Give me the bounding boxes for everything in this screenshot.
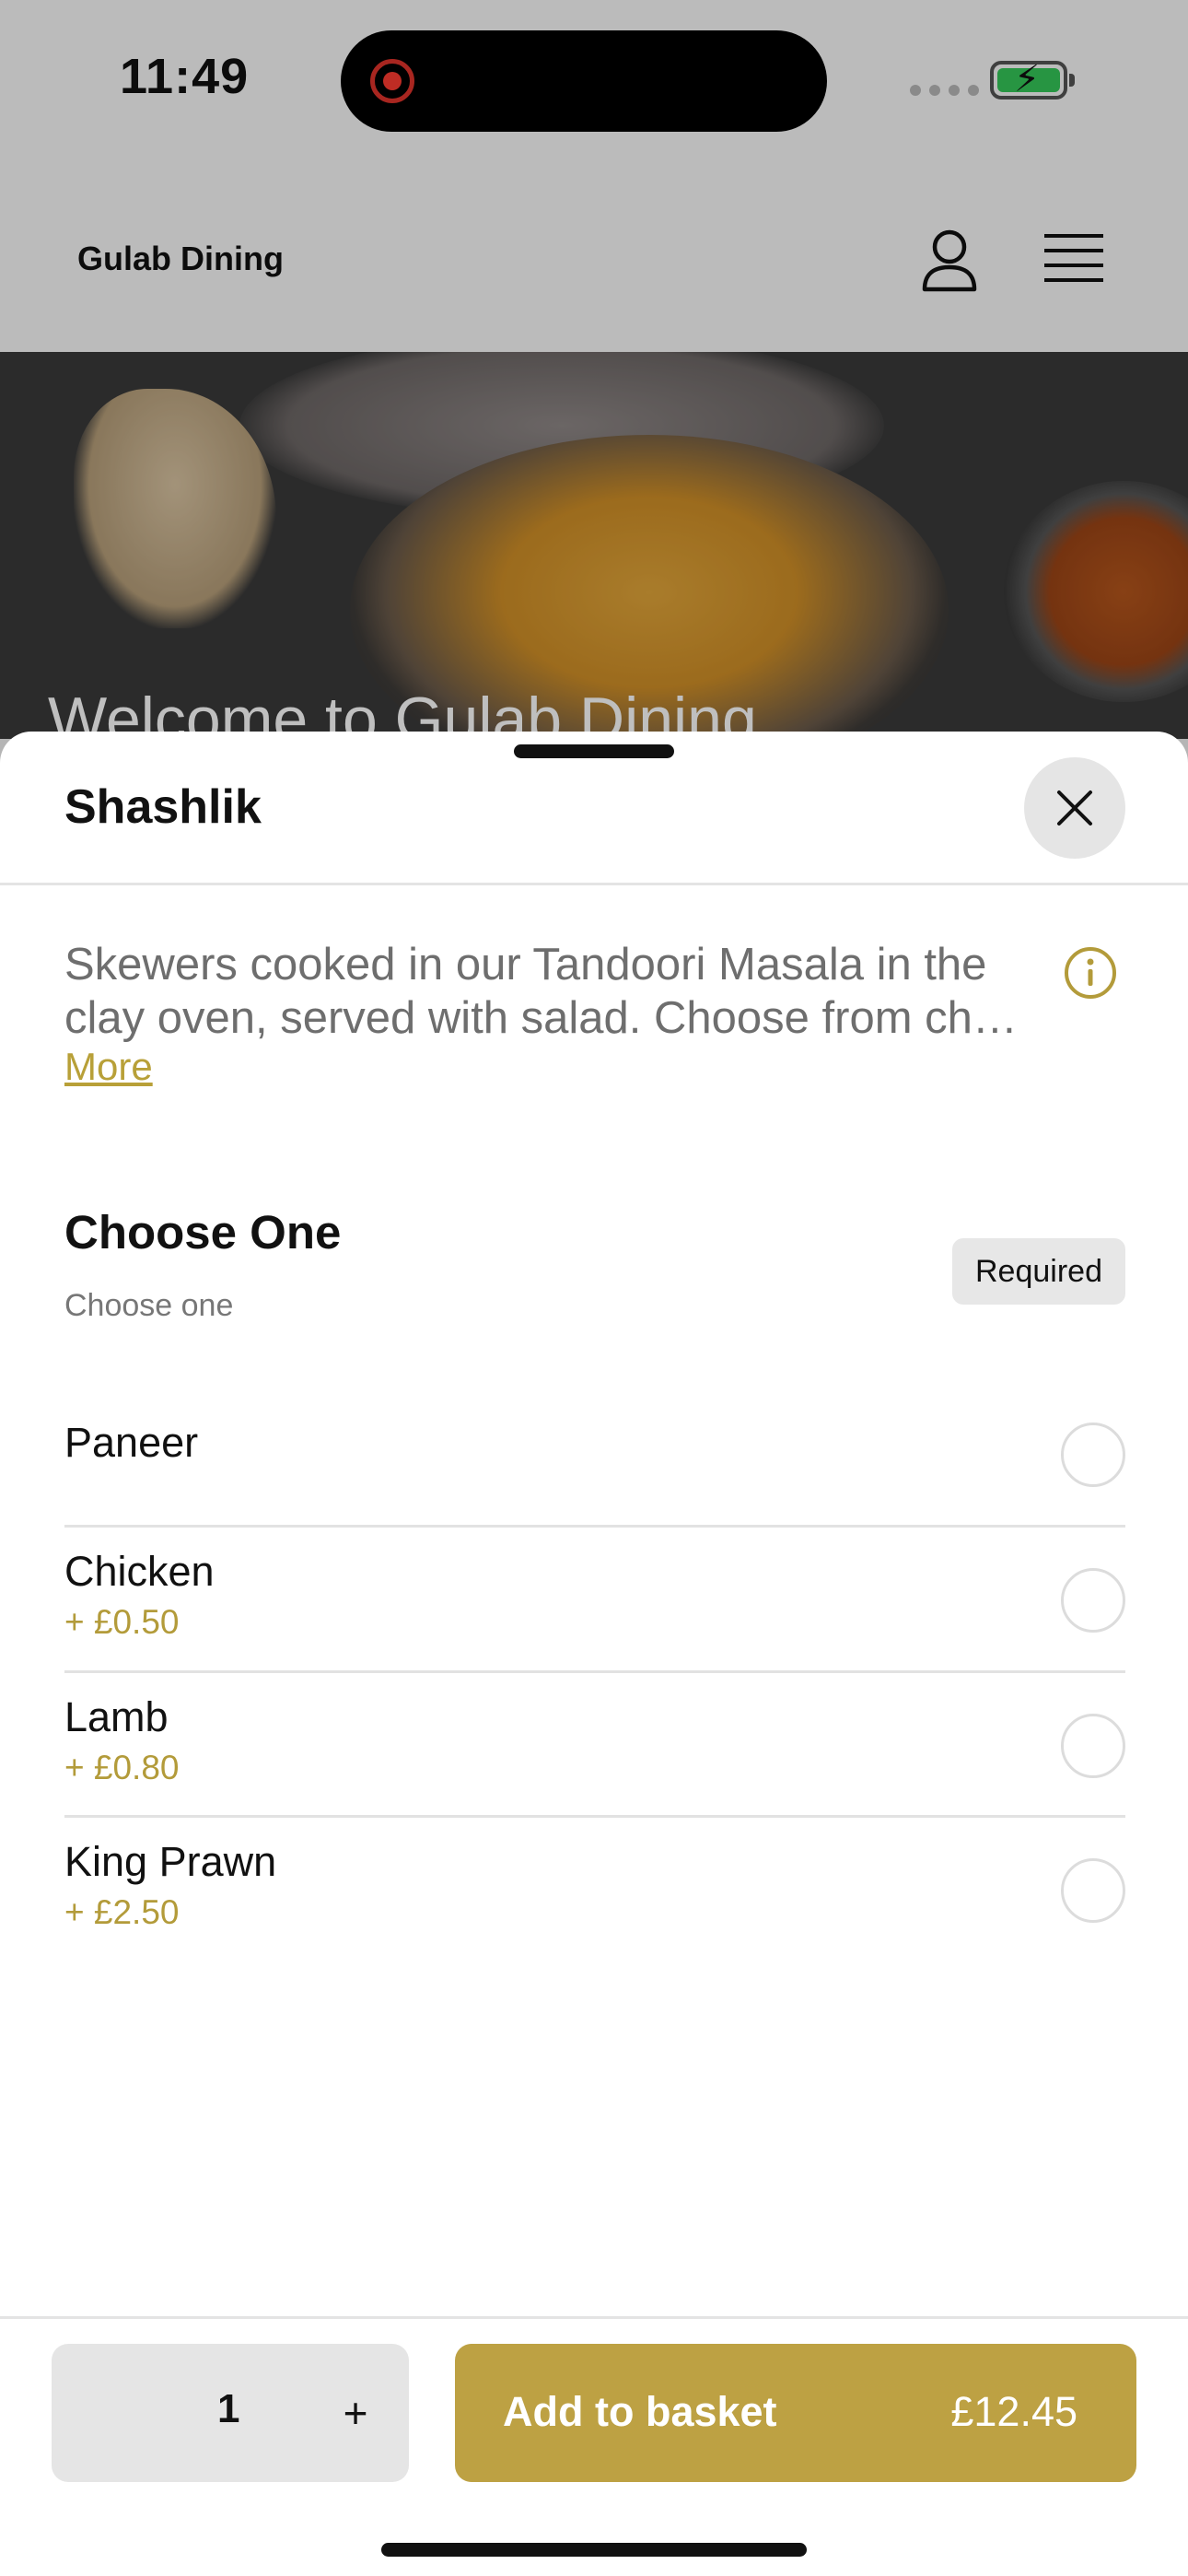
sheet-grabber[interactable] xyxy=(514,744,674,758)
quantity-value: 1 xyxy=(217,2386,240,2431)
option-name: King Prawn xyxy=(64,1838,277,1885)
quantity-stepper: 1 + xyxy=(52,2344,409,2482)
item-title: Shashlik xyxy=(64,780,262,834)
option-name: Paneer xyxy=(64,1419,199,1466)
option-name: Lamb xyxy=(64,1693,169,1740)
add-to-basket-label: Add to basket xyxy=(503,2388,777,2435)
option-radio[interactable] xyxy=(1061,1714,1125,1778)
basket-total: £12.45 xyxy=(950,2388,1077,2435)
home-indicator xyxy=(381,2543,807,2557)
option-group-title: Choose One xyxy=(64,1206,342,1259)
increase-quantity-button[interactable]: + xyxy=(328,2371,383,2454)
required-badge: Required xyxy=(952,1238,1125,1305)
option-lamb[interactable]: Lamb + £0.80 xyxy=(64,1673,1125,1818)
info-icon[interactable] xyxy=(1063,945,1118,1001)
option-price: + £2.50 xyxy=(64,1893,180,1931)
more-link[interactable]: More xyxy=(64,1045,153,1089)
option-chicken[interactable]: Chicken + £0.50 xyxy=(64,1528,1125,1673)
close-button[interactable] xyxy=(1024,757,1125,859)
option-group-subtitle: Choose one xyxy=(64,1288,234,1323)
option-radio[interactable] xyxy=(1061,1568,1125,1633)
option-paneer[interactable]: Paneer xyxy=(64,1382,1125,1528)
option-name: Chicken xyxy=(64,1548,215,1595)
divider xyxy=(0,883,1188,885)
close-icon xyxy=(1057,790,1092,825)
footer-divider xyxy=(0,2316,1188,2319)
option-price: + £0.50 xyxy=(64,1603,180,1641)
option-king-prawn[interactable]: King Prawn + £2.50 xyxy=(64,1818,1125,1963)
item-description: Skewers cooked in our Tandoori Masala in… xyxy=(64,940,1018,1043)
add-to-basket-button[interactable]: Add to basket £12.45 xyxy=(455,2344,1136,2482)
option-radio[interactable] xyxy=(1061,1423,1125,1487)
option-price: + £0.80 xyxy=(64,1749,180,1786)
option-radio[interactable] xyxy=(1061,1858,1125,1923)
item-options-sheet: Shashlik Skewers cooked in our Tandoori … xyxy=(0,732,1188,2576)
option-list: Paneer Chicken + £0.50 Lamb + £0.80 King… xyxy=(64,1382,1125,1963)
